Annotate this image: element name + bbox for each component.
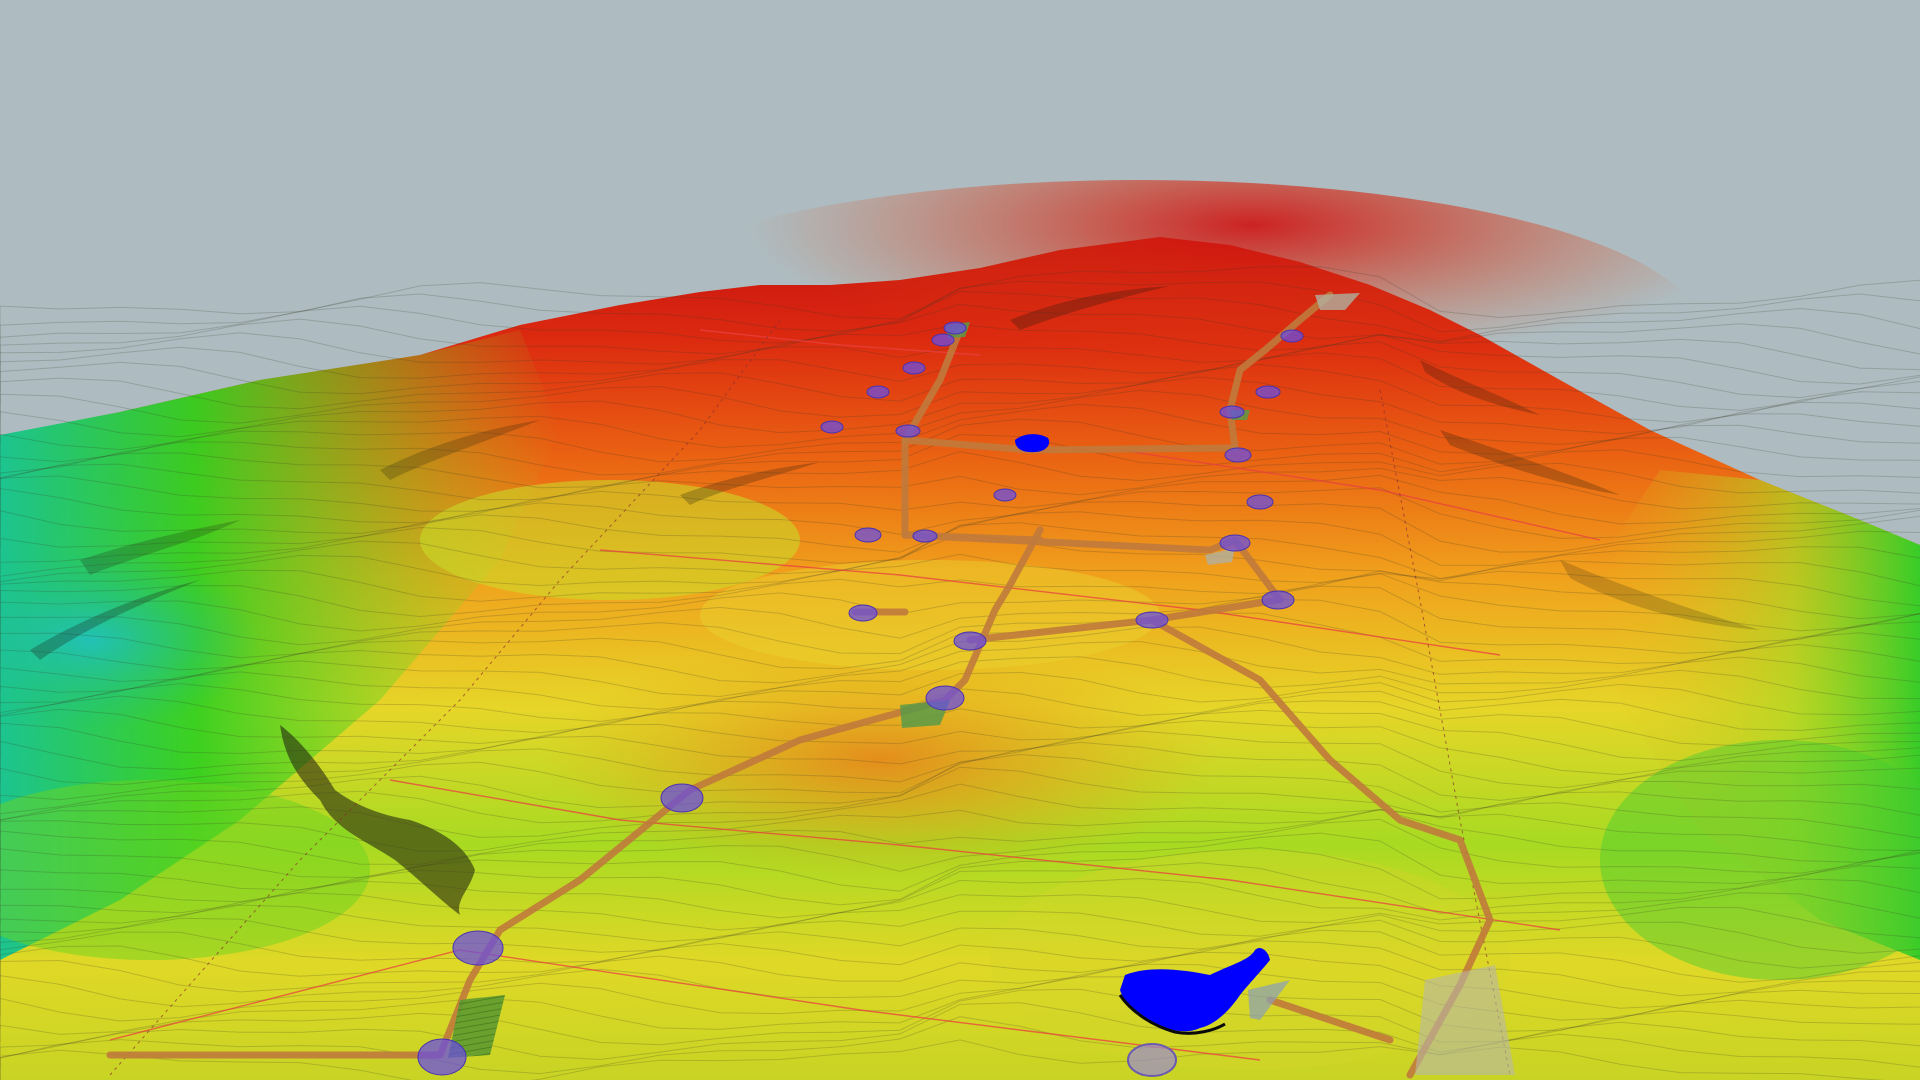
turbine-pad	[452, 930, 504, 966]
turbine-pad	[1255, 385, 1281, 399]
turbine-pad	[866, 385, 890, 399]
turbine-pad	[895, 424, 921, 438]
turbine-pad	[1224, 447, 1252, 463]
turbine-pad	[660, 783, 704, 813]
turbine-pad	[1219, 534, 1251, 552]
terrain-3d-view	[0, 0, 1920, 1080]
turbine-pad	[902, 361, 926, 375]
turbine-pad	[925, 685, 965, 711]
turbine-pad	[1280, 329, 1304, 343]
turbine-pad	[854, 527, 882, 543]
turbine-pad	[417, 1038, 467, 1076]
turbine-pad	[1135, 611, 1169, 629]
turbine-pad	[1127, 1043, 1177, 1077]
turbine-pad	[953, 631, 987, 651]
turbine-pad	[1261, 590, 1295, 610]
turbine-pad	[943, 321, 967, 335]
turbine-pad	[848, 604, 878, 622]
turbine-pad	[1219, 405, 1245, 419]
turbine-pad	[993, 488, 1017, 502]
turbine-pad	[912, 529, 938, 543]
turbine-pad	[931, 333, 955, 347]
turbine-pad	[820, 420, 844, 434]
turbine-pad	[1246, 494, 1274, 510]
